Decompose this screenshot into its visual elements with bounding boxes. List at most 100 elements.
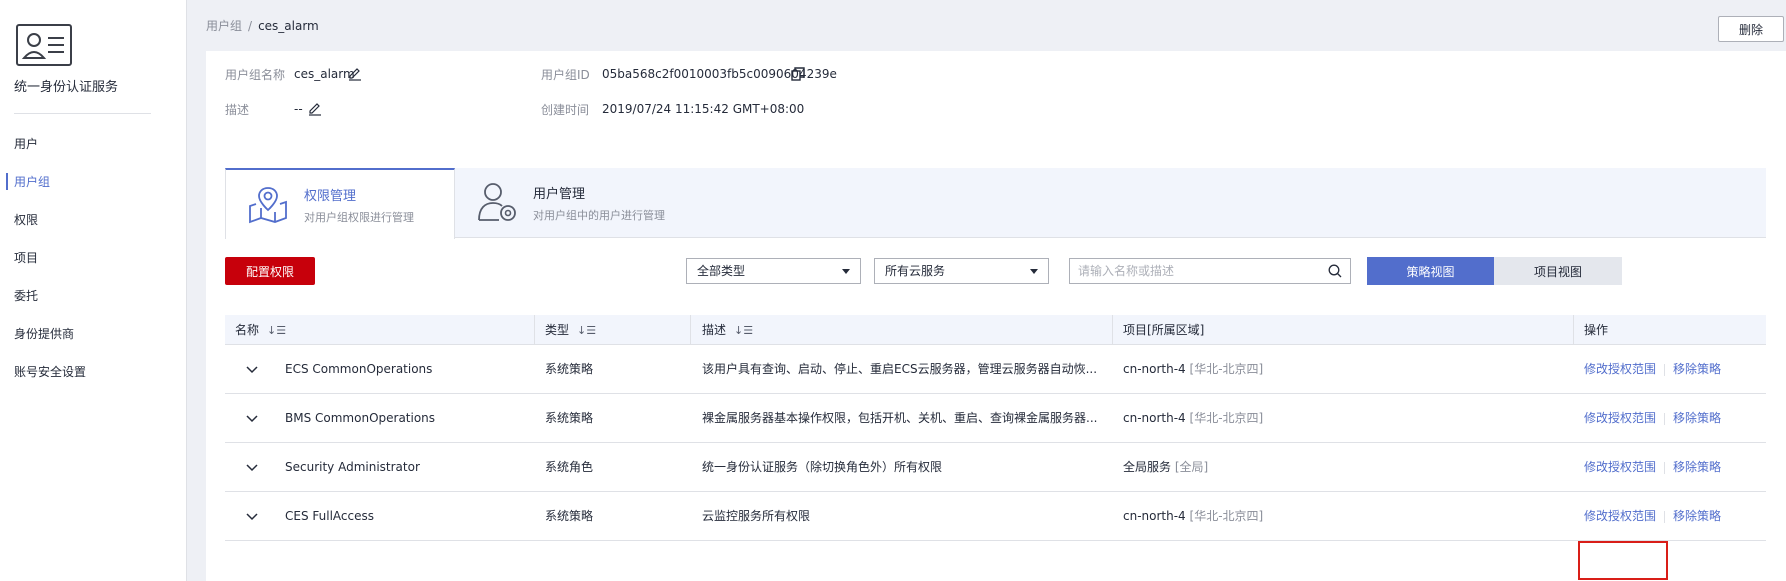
tab-title: 权限管理: [304, 189, 357, 204]
project-name: cn-north-4: [1123, 411, 1186, 425]
breadcrumb: 用户组 / ces_alarm: [206, 17, 319, 34]
search-icon[interactable]: [1328, 264, 1342, 278]
tab-user-management[interactable]: 用户管理 对用户组中的用户进行管理: [455, 168, 715, 238]
remove-policy-link[interactable]: 移除策略: [1673, 411, 1721, 425]
sidebar-item-identity-providers[interactable]: 身份提供商: [0, 324, 186, 362]
policy-description: 该用户具有查询、启动、停止、重启ECS云服务器，管理云服务器自动恢...: [702, 362, 1098, 376]
created-time-value: 2019/07/24 11:15:42 GMT+08:00: [602, 102, 805, 116]
sidebar-item-agencies[interactable]: 委托: [0, 286, 186, 324]
chevron-down-icon[interactable]: [245, 461, 259, 475]
breadcrumb-separator: /: [248, 19, 253, 33]
policy-type: 系统角色: [545, 460, 594, 474]
column-header-label: 描述: [702, 323, 727, 337]
map-pin-icon: [246, 182, 290, 226]
column-divider: [690, 315, 691, 345]
policy-name: Security Administrator: [285, 460, 420, 474]
chevron-down-icon[interactable]: [245, 510, 259, 524]
modify-scope-link[interactable]: 修改授权范围: [1584, 362, 1656, 376]
project-name: cn-north-4: [1123, 509, 1186, 523]
policy-name: BMS CommonOperations: [285, 411, 436, 425]
policy-view-button[interactable]: 策略视图: [1367, 257, 1494, 285]
column-header-type[interactable]: 类型 ↓☰: [545, 315, 596, 345]
tab-description: 对用户组权限进行管理: [304, 211, 414, 224]
column-header-operations: 操作: [1584, 323, 1609, 337]
policy-name: CES FullAccess: [285, 509, 374, 523]
sidebar-item-permissions[interactable]: 权限: [0, 210, 186, 248]
policy-description: 统一身份认证服务（除切换角色外）所有权限: [702, 460, 943, 474]
policy-project: 全局服务 [全局]: [1123, 443, 1208, 492]
column-header-project: 项目[所属区域]: [1123, 323, 1205, 337]
identity-card-icon-svg: [21, 33, 64, 59]
column-header-label: 名称: [235, 323, 260, 337]
remove-policy-link[interactable]: 移除策略: [1673, 460, 1721, 474]
table-row: Security Administrator 系统角色 统一身份认证服务（除切换…: [225, 443, 1766, 492]
policy-type: 系统策略: [545, 411, 594, 425]
breadcrumb-parent[interactable]: 用户组: [206, 19, 242, 33]
policy-project: cn-north-4 [华北-北京四]: [1123, 394, 1263, 443]
column-header-name[interactable]: 名称 ↓☰: [235, 315, 286, 345]
sidebar-item-user-groups[interactable]: 用户组: [0, 172, 186, 210]
remove-policy-link[interactable]: 移除策略: [1673, 509, 1721, 523]
sidebar-item-users[interactable]: 用户: [0, 134, 186, 172]
column-header-description[interactable]: 描述 ↓☰: [702, 315, 753, 345]
column-header-label: 类型: [545, 323, 570, 337]
edit-name-icon[interactable]: [348, 67, 362, 81]
chevron-down-icon[interactable]: [245, 363, 259, 377]
row-operations: 修改授权范围 移除策略: [1584, 492, 1721, 541]
operation-divider: [1664, 412, 1666, 425]
type-select[interactable]: 全部类型: [686, 258, 861, 284]
chevron-down-icon: [842, 269, 850, 274]
service-title: 统一身份认证服务: [14, 80, 119, 95]
description-label: 描述: [225, 103, 250, 117]
project-name: cn-north-4: [1123, 362, 1186, 376]
policy-description: 云监控服务所有权限: [702, 509, 811, 523]
policy-name: ECS CommonOperations: [285, 362, 433, 376]
operation-divider: [1664, 363, 1666, 376]
project-region: [华北-北京四]: [1189, 362, 1264, 376]
tab-permission-management[interactable]: 权限管理 对用户组权限进行管理: [225, 168, 455, 239]
sort-icon[interactable]: ↓☰: [577, 316, 596, 346]
table-row: BMS CommonOperations 系统策略 裸金属服务器基本操作权限，包…: [225, 394, 1766, 443]
sidebar: 统一身份认证服务 用户 用户组 权限 项目 委托 身份提供商 账号安全设置: [0, 0, 187, 581]
delete-button[interactable]: 删除: [1718, 16, 1784, 42]
modify-scope-link[interactable]: 修改授权范围: [1584, 411, 1656, 425]
project-region: [华北-北京四]: [1189, 509, 1264, 523]
policy-project: cn-north-4 [华北-北京四]: [1123, 345, 1263, 394]
sidebar-item-projects[interactable]: 项目: [0, 248, 186, 286]
sort-icon[interactable]: ↓☰: [734, 316, 753, 346]
tab-title: 用户管理: [533, 187, 586, 202]
policy-type: 系统策略: [545, 509, 594, 523]
column-divider: [1573, 315, 1574, 345]
modify-scope-link[interactable]: 修改授权范围: [1584, 509, 1656, 523]
sidebar-item-security-settings[interactable]: 账号安全设置: [0, 362, 186, 400]
breadcrumb-current: ces_alarm: [258, 19, 319, 33]
sort-icon[interactable]: ↓☰: [267, 316, 286, 346]
group-name-value: ces_alarm: [294, 67, 355, 81]
column-divider: [1112, 315, 1113, 345]
row-operations: 修改授权范围 移除策略: [1584, 394, 1721, 443]
search-box: [1069, 258, 1351, 284]
operation-divider: [1664, 510, 1666, 523]
user-gear-icon: [475, 180, 519, 224]
tab-bar: 权限管理 对用户组权限进行管理 用户管理 对用户组中的用户进行管理: [225, 168, 1766, 239]
copy-icon[interactable]: [791, 67, 805, 81]
search-input[interactable]: [1070, 259, 1310, 283]
edit-description-icon[interactable]: [308, 102, 322, 116]
main-area: 用户组 / ces_alarm 删除 用户组名称 ces_alarm 用户组ID 0…: [188, 0, 1786, 581]
chevron-down-icon: [1030, 269, 1038, 274]
detail-panel: 用户组名称 ces_alarm 用户组ID 05ba568c2f0010003f…: [206, 51, 1786, 581]
sidebar-divider: [14, 113, 151, 114]
project-view-button[interactable]: 项目视图: [1494, 257, 1622, 285]
cloud-service-select[interactable]: 所有云服务: [874, 258, 1049, 284]
operation-divider: [1664, 461, 1666, 474]
project-region: [全局]: [1174, 460, 1209, 474]
configure-permissions-button[interactable]: 配置权限: [225, 257, 315, 285]
policy-table: 名称 ↓☰ 类型 ↓☰ 描述 ↓☰ 项目[所属区域] 操作 ECS CommonOpe…: [225, 315, 1766, 580]
table-header: 名称 ↓☰ 类型 ↓☰ 描述 ↓☰ 项目[所属区域] 操作: [225, 315, 1766, 345]
remove-policy-link[interactable]: 移除策略: [1673, 362, 1721, 376]
tab-description: 对用户组中的用户进行管理: [533, 209, 665, 222]
identity-card-icon: [16, 24, 72, 66]
chevron-down-icon[interactable]: [245, 412, 259, 426]
cloud-service-select-value: 所有云服务: [885, 264, 946, 278]
modify-scope-link[interactable]: 修改授权范围: [1584, 460, 1656, 474]
